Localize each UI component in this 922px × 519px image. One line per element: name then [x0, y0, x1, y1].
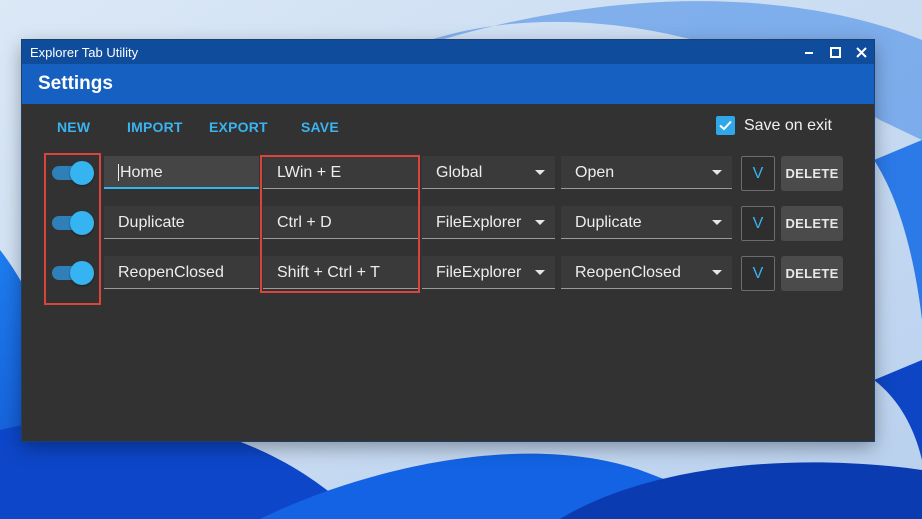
rule-row: Duplicate Ctrl + D FileExplorer Duplicat…	[22, 206, 874, 241]
scope-select[interactable]: FileExplorer	[422, 256, 555, 289]
rule-name-input[interactable]: Duplicate	[104, 206, 259, 239]
rule-enabled-toggle[interactable]	[52, 211, 94, 235]
hotkey-input[interactable]: LWin + E	[263, 156, 419, 189]
checkmark-icon	[719, 120, 732, 131]
expand-button[interactable]: V	[741, 156, 775, 191]
minimize-icon[interactable]	[796, 40, 822, 64]
save-button[interactable]: SAVE	[301, 119, 339, 135]
rule-name-input[interactable]: ReopenClosed	[104, 256, 259, 289]
dropdown-arrow-icon	[535, 170, 545, 175]
action-value: Duplicate	[575, 214, 642, 231]
save-on-exit-option[interactable]: Save on exit	[715, 116, 832, 135]
action-value: ReopenClosed	[575, 264, 681, 281]
export-button[interactable]: EXPORT	[209, 119, 268, 135]
close-icon[interactable]	[848, 40, 874, 64]
save-on-exit-label: Save on exit	[743, 116, 832, 134]
window-title: Explorer Tab Utility	[30, 44, 139, 60]
dropdown-arrow-icon	[712, 220, 722, 225]
save-on-exit-checkbox[interactable]	[715, 116, 735, 135]
rule-row: Home LWin + E Global Open V DELETE	[22, 156, 874, 191]
action-select[interactable]: ReopenClosed	[561, 256, 732, 289]
scope-value: FileExplorer	[436, 214, 522, 231]
page-title: Settings	[38, 73, 113, 94]
action-select[interactable]: Open	[561, 156, 732, 189]
settings-header: Settings	[22, 64, 874, 104]
import-button[interactable]: IMPORT	[127, 119, 183, 135]
rule-enabled-toggle[interactable]	[52, 161, 94, 185]
delete-button[interactable]: DELETE	[781, 206, 843, 241]
expand-button[interactable]: V	[741, 256, 775, 291]
delete-button[interactable]: DELETE	[781, 256, 843, 291]
scope-value: Global	[436, 164, 483, 181]
hotkey-input[interactable]: Ctrl + D	[263, 206, 419, 239]
dropdown-arrow-icon	[712, 270, 722, 275]
rule-name-input[interactable]: Home	[104, 156, 259, 189]
rule-row: ReopenClosed Shift + Ctrl + T FileExplor…	[22, 256, 874, 291]
expand-button[interactable]: V	[741, 206, 775, 241]
title-bar[interactable]: Explorer Tab Utility	[22, 40, 874, 64]
new-button[interactable]: NEW	[57, 119, 90, 135]
action-select[interactable]: Duplicate	[561, 206, 732, 239]
toolbar: NEW IMPORT EXPORT SAVE Save on exit	[22, 104, 874, 148]
dropdown-arrow-icon	[535, 270, 545, 275]
rule-enabled-toggle[interactable]	[52, 261, 94, 285]
scope-value: FileExplorer	[436, 264, 522, 281]
delete-button[interactable]: DELETE	[781, 156, 843, 191]
action-value: Open	[575, 164, 615, 181]
scope-select[interactable]: FileExplorer	[422, 206, 555, 239]
maximize-icon[interactable]	[822, 40, 848, 64]
app-window: Explorer Tab Utility Settings NEW IMPORT…	[22, 40, 874, 441]
dropdown-arrow-icon	[712, 170, 722, 175]
scope-select[interactable]: Global	[422, 156, 555, 189]
hotkey-input[interactable]: Shift + Ctrl + T	[263, 256, 419, 289]
dropdown-arrow-icon	[535, 220, 545, 225]
